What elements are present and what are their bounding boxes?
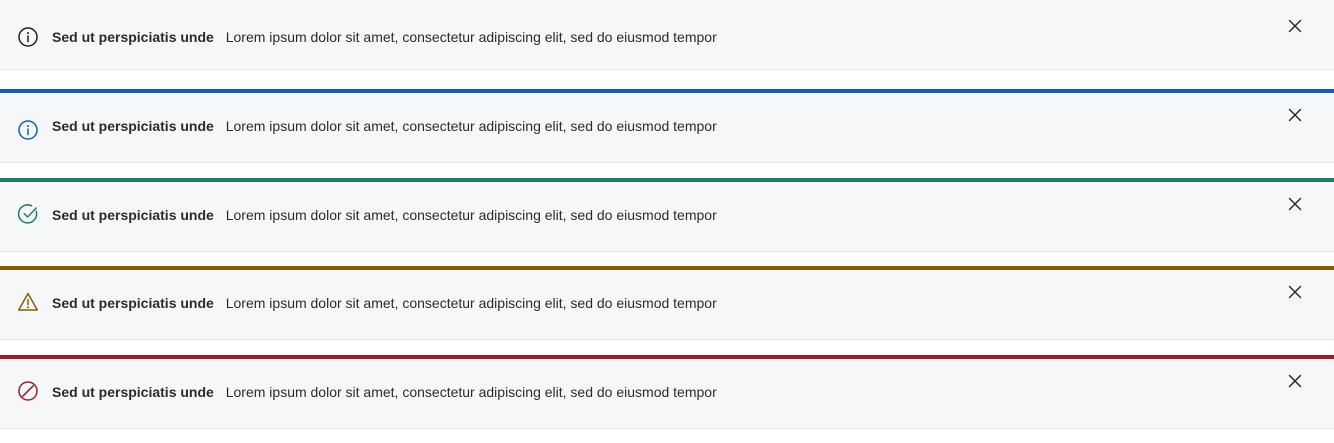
info-icon	[17, 119, 39, 141]
banner-message: Lorem ipsum dolor sit amet, consectetur …	[225, 295, 717, 311]
accent-bar	[0, 266, 1334, 270]
banner-title: Sed ut perspiciatis unde	[52, 384, 214, 400]
banner-warning: Sed ut perspiciatis unde Lorem ipsum dol…	[0, 266, 1334, 340]
close-button[interactable]	[1284, 15, 1306, 37]
banner-text: Sed ut perspiciatis unde Lorem ipsum dol…	[52, 384, 717, 400]
banner-message: Lorem ipsum dolor sit amet, consectetur …	[225, 29, 717, 45]
close-button[interactable]	[1284, 370, 1306, 392]
close-button[interactable]	[1284, 281, 1306, 303]
close-icon	[1288, 108, 1302, 122]
banner-text: Sed ut perspiciatis unde Lorem ipsum dol…	[52, 29, 717, 45]
banner-message: Lorem ipsum dolor sit amet, consectetur …	[225, 384, 717, 400]
banner-title: Sed ut perspiciatis unde	[52, 295, 214, 311]
close-icon	[1288, 197, 1302, 211]
close-button[interactable]	[1284, 104, 1306, 126]
info-icon	[17, 26, 39, 48]
banner-title: Sed ut perspiciatis unde	[52, 118, 214, 134]
accent-bar	[0, 178, 1334, 182]
banner-info: Sed ut perspiciatis unde Lorem ipsum dol…	[0, 89, 1334, 163]
accent-bar	[0, 89, 1334, 93]
close-icon	[1288, 374, 1302, 388]
banner-text: Sed ut perspiciatis unde Lorem ipsum dol…	[52, 207, 717, 223]
banner-success: Sed ut perspiciatis unde Lorem ipsum dol…	[0, 178, 1334, 252]
accent-bar	[0, 355, 1334, 359]
banner-error: Sed ut perspiciatis unde Lorem ipsum dol…	[0, 355, 1334, 429]
banner-title: Sed ut perspiciatis unde	[52, 29, 214, 45]
banner-neutral: Sed ut perspiciatis unde Lorem ipsum dol…	[0, 0, 1334, 70]
blocked-icon	[17, 380, 39, 402]
close-icon	[1288, 19, 1302, 33]
close-icon	[1288, 285, 1302, 299]
warning-triangle-icon	[17, 291, 39, 313]
banner-message: Lorem ipsum dolor sit amet, consectetur …	[225, 207, 717, 223]
banner-text: Sed ut perspiciatis unde Lorem ipsum dol…	[52, 295, 717, 311]
banner-message: Lorem ipsum dolor sit amet, consectetur …	[225, 118, 717, 134]
close-button[interactable]	[1284, 193, 1306, 215]
banner-text: Sed ut perspiciatis unde Lorem ipsum dol…	[52, 118, 717, 134]
check-circle-icon	[17, 203, 39, 225]
banner-title: Sed ut perspiciatis unde	[52, 207, 214, 223]
